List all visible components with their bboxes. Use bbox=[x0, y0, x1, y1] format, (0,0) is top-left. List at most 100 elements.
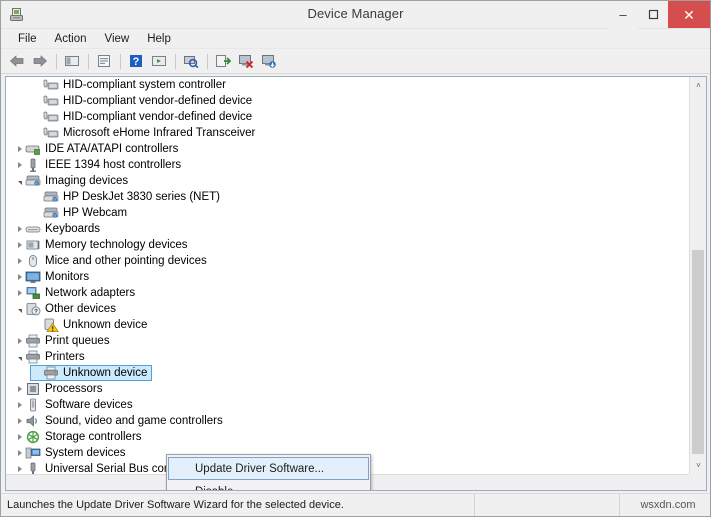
svg-text:?: ? bbox=[34, 308, 38, 315]
context-menu-item[interactable]: Update Driver Software... bbox=[168, 457, 369, 480]
tree-item[interactable]: Memory technology devices bbox=[6, 237, 689, 253]
tree-item[interactable]: Unknown device bbox=[6, 317, 689, 333]
tree-item[interactable]: Keyboards bbox=[6, 221, 689, 237]
back-arrow-icon[interactable] bbox=[6, 51, 28, 72]
tree-item-label: Unknown device bbox=[63, 319, 148, 331]
expand-collapsed-icon[interactable] bbox=[14, 429, 25, 445]
tree-item-label: Monitors bbox=[45, 271, 90, 283]
disable-device-icon[interactable] bbox=[258, 51, 280, 72]
toolbar-separator bbox=[88, 53, 89, 69]
help-icon[interactable]: ? bbox=[125, 51, 147, 72]
expand-collapsed-icon[interactable] bbox=[14, 445, 25, 461]
other-device-icon: ? bbox=[25, 301, 41, 317]
expand-collapsed-icon[interactable] bbox=[14, 333, 25, 349]
hid-device-icon bbox=[43, 93, 59, 109]
tree-item[interactable]: HP DeskJet 3830 series (NET) bbox=[6, 189, 689, 205]
expand-collapsed-icon[interactable] bbox=[14, 461, 25, 474]
vertical-scrollbar[interactable]: ˄ ˅ bbox=[689, 77, 706, 474]
tree-item[interactable]: Mice and other pointing devices bbox=[6, 253, 689, 269]
scan-for-hardware-changes-icon[interactable] bbox=[180, 51, 202, 72]
vertical-scrollbar-thumb[interactable] bbox=[692, 250, 704, 454]
expand-collapsed-icon[interactable] bbox=[14, 237, 25, 253]
tree-item-label: HID-compliant system controller bbox=[63, 79, 226, 91]
system-device-icon bbox=[25, 445, 41, 461]
tree-item-label: Network adapters bbox=[45, 287, 136, 299]
tree-item[interactable]: Processors bbox=[6, 381, 689, 397]
imaging-device-icon bbox=[43, 205, 59, 221]
scroll-up-button[interactable]: ˄ bbox=[690, 77, 706, 94]
tree-item[interactable]: HID-compliant system controller bbox=[6, 77, 689, 93]
tree-item[interactable]: IEEE 1394 host controllers bbox=[6, 157, 689, 173]
expand-collapsed-icon[interactable] bbox=[14, 141, 25, 157]
toolbar: ? bbox=[1, 49, 710, 74]
view-icon[interactable] bbox=[148, 51, 170, 72]
expand-collapsed-icon[interactable] bbox=[14, 253, 25, 269]
usb-controller-icon bbox=[25, 461, 41, 474]
menu-action[interactable]: Action bbox=[46, 32, 96, 46]
status-bar: Launches the Update Driver Software Wiza… bbox=[1, 493, 710, 516]
hid-device-icon bbox=[43, 77, 59, 93]
expand-collapsed-icon[interactable] bbox=[14, 269, 25, 285]
scroll-down-button[interactable]: ˅ bbox=[690, 457, 706, 474]
expand-collapsed-icon[interactable] bbox=[14, 157, 25, 173]
context-menu-item[interactable]: Disable bbox=[168, 480, 369, 490]
printer-icon bbox=[25, 333, 41, 349]
tree-item[interactable]: Monitors bbox=[6, 269, 689, 285]
expand-expanded-icon[interactable] bbox=[14, 349, 25, 365]
expand-collapsed-icon[interactable] bbox=[14, 413, 25, 429]
device-tree[interactable]: HID-compliant system controller HID-compl… bbox=[6, 77, 689, 474]
unknown-device-warning-icon bbox=[43, 317, 59, 333]
menu-view[interactable]: View bbox=[96, 32, 139, 46]
device-tree-pane: HID-compliant system controller HID-compl… bbox=[5, 76, 707, 491]
tree-item[interactable]: Software devices bbox=[6, 397, 689, 413]
tree-item-label: Software devices bbox=[45, 399, 133, 411]
tree-item-label: Print queues bbox=[45, 335, 110, 347]
expand-expanded-icon[interactable] bbox=[14, 301, 25, 317]
tree-item-selected[interactable]: Unknown device bbox=[6, 365, 689, 381]
tree-item[interactable]: Storage controllers bbox=[6, 429, 689, 445]
tree-item[interactable]: Network adapters bbox=[6, 285, 689, 301]
mouse-icon bbox=[25, 253, 41, 269]
tree-item-label: Keyboards bbox=[45, 223, 100, 235]
expand-expanded-icon[interactable] bbox=[14, 173, 25, 189]
tree-item[interactable]: HID-compliant vendor-defined device bbox=[6, 93, 689, 109]
expand-collapsed-icon[interactable] bbox=[14, 381, 25, 397]
tree-item-label: IEEE 1394 host controllers bbox=[45, 159, 182, 171]
tree-item[interactable]: Print queues bbox=[6, 333, 689, 349]
expand-collapsed-icon[interactable] bbox=[14, 285, 25, 301]
tree-item[interactable]: IDE ATA/ATAPI controllers bbox=[6, 141, 689, 157]
show-hide-console-tree-icon[interactable] bbox=[61, 51, 83, 72]
tree-item-label: IDE ATA/ATAPI controllers bbox=[45, 143, 179, 155]
toolbar-separator bbox=[56, 53, 57, 69]
menu-help[interactable]: Help bbox=[138, 32, 180, 46]
uninstall-device-icon[interactable] bbox=[235, 51, 257, 72]
menu-bar: File Action View Help bbox=[1, 29, 710, 49]
tree-item-label: HID-compliant vendor-defined device bbox=[63, 95, 253, 107]
forward-arrow-icon[interactable] bbox=[29, 51, 51, 72]
toolbar-separator bbox=[175, 53, 176, 69]
context-menu[interactable]: Update Driver Software...DisableUninstal… bbox=[166, 454, 371, 490]
tree-item-label: HID-compliant vendor-defined device bbox=[63, 111, 253, 123]
expand-collapsed-icon[interactable] bbox=[14, 397, 25, 413]
processor-icon bbox=[25, 381, 41, 397]
device-manager-window: Device Manager – ✕ File Action View Help bbox=[0, 0, 711, 517]
tree-item[interactable]: Microsoft eHome Infrared Transceiver bbox=[6, 125, 689, 141]
tree-item[interactable]: Imaging devices bbox=[6, 173, 689, 189]
tree-item[interactable]: Sound, video and game controllers bbox=[6, 413, 689, 429]
close-button[interactable]: ✕ bbox=[668, 1, 710, 28]
tree-item[interactable]: HP Webcam bbox=[6, 205, 689, 221]
minimize-button[interactable]: – bbox=[608, 1, 638, 35]
expand-collapsed-icon[interactable] bbox=[14, 221, 25, 237]
maximize-button[interactable] bbox=[638, 1, 668, 28]
network-adapter-icon bbox=[25, 285, 41, 301]
menu-file[interactable]: File bbox=[9, 32, 46, 46]
properties-icon[interactable] bbox=[93, 51, 115, 72]
tree-item[interactable]: HID-compliant vendor-defined device bbox=[6, 109, 689, 125]
tree-item-label: Sound, video and game controllers bbox=[45, 415, 223, 427]
tree-item[interactable]: Printers bbox=[6, 349, 689, 365]
tree-item[interactable]: ? Other devices bbox=[6, 301, 689, 317]
update-driver-icon[interactable] bbox=[212, 51, 234, 72]
storage-controller-icon bbox=[25, 429, 41, 445]
